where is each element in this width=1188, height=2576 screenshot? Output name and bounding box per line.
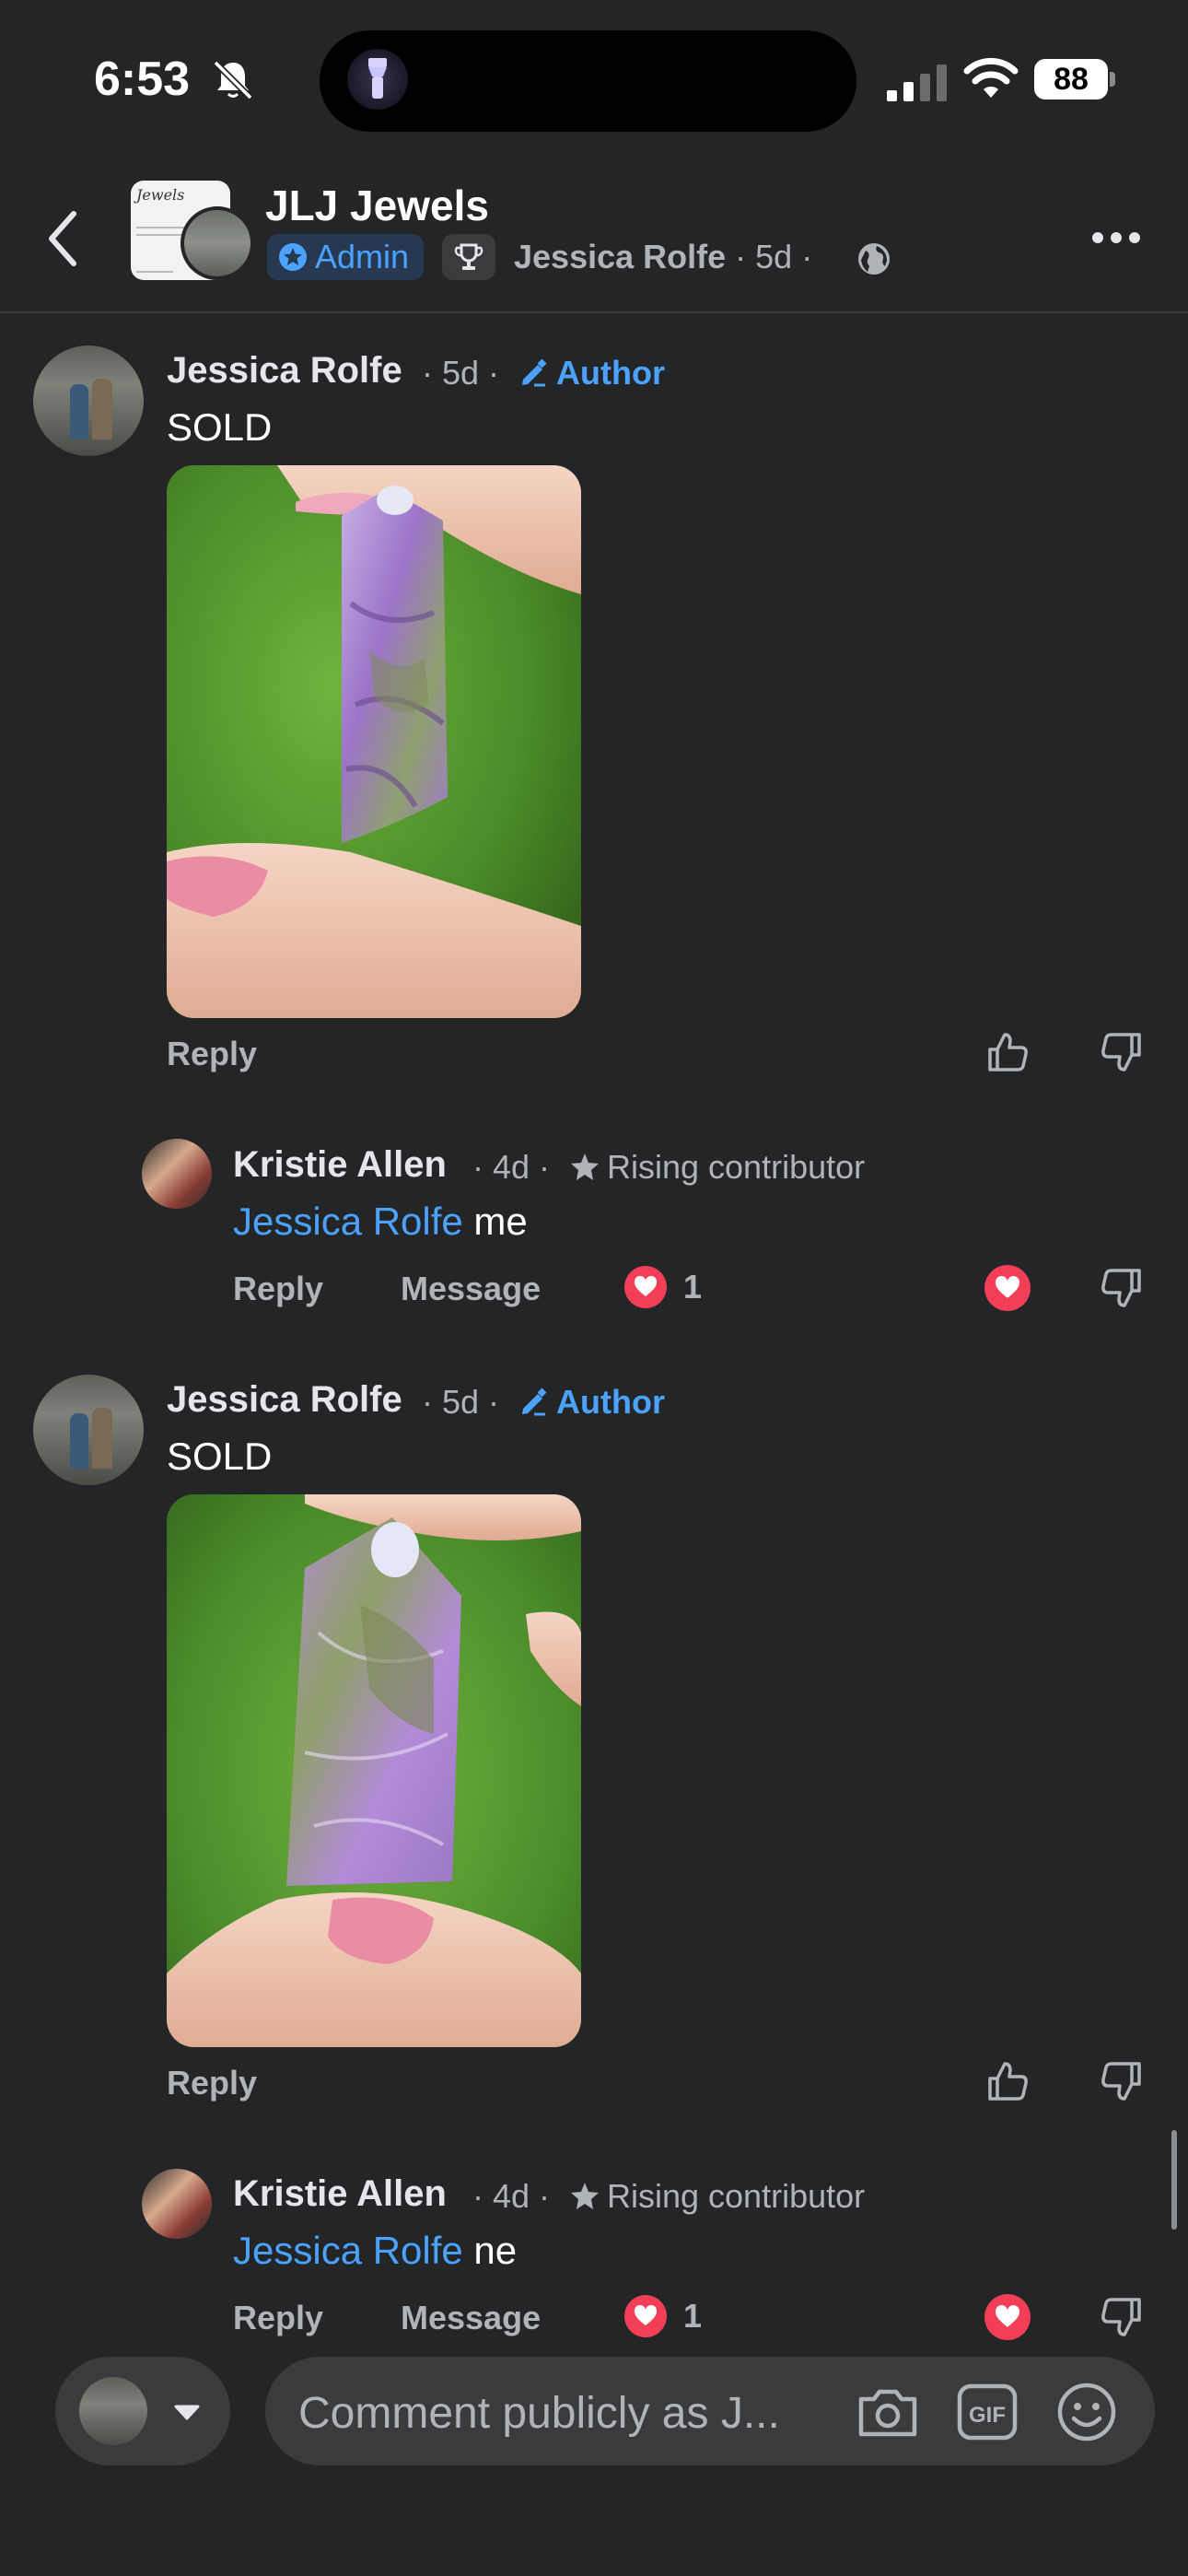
crystal-photo [167,1494,581,2047]
post-header: Jewels JLJ Jewels Admin Jessica Rolfe · … [0,157,1188,313]
group-thumbnail-text: Jewels [136,186,185,204]
heart-react-icon[interactable] [980,1260,1035,1316]
wifi-icon [963,57,1019,98]
comment-meta: · 5d · [422,354,500,392]
avatar[interactable] [142,2169,212,2239]
reply-button[interactable]: Reply [233,1270,323,1308]
author-badge: Author [518,354,665,392]
comment-meta: · 5d · [422,1383,500,1421]
downvote-icon[interactable] [1094,1025,1149,1080]
heart-reaction-icon [624,2295,667,2337]
author-badge-label: Author [556,354,665,392]
avatar[interactable] [33,345,144,456]
emoji-icon[interactable] [1054,2379,1120,2445]
heart-react-icon[interactable] [980,2289,1035,2345]
downvote-icon[interactable] [1094,1260,1149,1316]
poster-avatar[interactable] [181,206,254,280]
trophy-icon [442,234,495,280]
reaction-count: 1 [683,1268,703,1306]
flashlight-icon [347,49,408,110]
bell-muted-icon [213,60,253,100]
caret-down-icon [174,2405,200,2420]
comment-placeholder: Comment publicly as J... [298,2389,780,2438]
downvote-icon[interactable] [1094,2289,1149,2345]
rising-contributor-label: Rising contributor [607,2177,866,2215]
battery-indicator: 88 [1034,59,1117,100]
comment-input[interactable]: Comment publicly as J... GIF [265,2357,1155,2465]
commenter-name[interactable]: Kristie Allen [233,1144,447,1186]
admin-badge: Admin [267,234,425,280]
pencil-icon [522,358,547,387]
scrollbar[interactable] [1171,2130,1177,2230]
post-meta: Jessica Rolfe · 5d · [514,238,813,275]
message-button[interactable]: Message [401,1270,541,1308]
reply-button[interactable]: Reply [233,2299,323,2337]
comment-text: SOLD [167,405,273,449]
comment-text: SOLD [167,1434,273,1478]
gif-icon[interactable]: GIF [954,2379,1020,2445]
camera-icon[interactable] [855,2379,921,2445]
comment-text: Jessica Rolfe me [233,1200,528,1244]
reply-button[interactable]: Reply [167,1035,257,1073]
commenter-name[interactable]: Kristie Allen [233,2173,447,2215]
post-author[interactable]: Jessica Rolfe [514,238,726,275]
group-name[interactable]: JLJ Jewels [265,181,489,230]
dynamic-island [320,30,856,132]
svg-text:GIF: GIF [969,2403,1006,2428]
mention-link[interactable]: Jessica Rolfe [233,2229,463,2272]
author-badge: Author [518,1383,665,1422]
upvote-icon[interactable] [980,2054,1035,2109]
author-badge-label: Author [556,1383,665,1421]
globe-icon [858,243,890,275]
admin-star-icon [279,243,307,271]
crystal-photo [167,465,581,1018]
comment-meta: · 4d · [472,1148,551,1186]
battery-level: 88 [1034,59,1108,100]
back-arrow-icon[interactable] [41,206,87,271]
status-bar: 6:53 88 [0,0,1188,157]
comment-text: Jessica Rolfe ne [233,2229,517,2273]
avatar [79,2377,147,2445]
star-icon [571,2183,599,2209]
rising-contributor-badge: Rising contributor [568,1148,865,1187]
account-switcher[interactable] [55,2357,230,2465]
commenter-name[interactable]: Jessica Rolfe [167,1379,402,1421]
message-button[interactable]: Message [401,2299,541,2337]
comment-photo[interactable] [167,1494,581,2047]
rising-contributor-label: Rising contributor [607,1148,866,1186]
comment-photo[interactable] [167,465,581,1018]
status-time: 6:53 [94,53,191,106]
downvote-icon[interactable] [1094,2054,1149,2109]
comment-meta: · 4d · [472,2177,551,2215]
commenter-name[interactable]: Jessica Rolfe [167,350,402,392]
cellular-signal-icon [887,64,947,101]
upvote-icon[interactable] [980,1025,1035,1080]
reaction-summary[interactable]: 1 [624,1266,702,1308]
admin-badge-label: Admin [315,238,410,275]
heart-reaction-icon [624,1266,667,1308]
reaction-count: 1 [683,2297,703,2335]
more-options-icon[interactable] [1092,232,1140,243]
star-icon [571,1153,599,1180]
reply-button[interactable]: Reply [167,2064,257,2102]
post-age: 5d [755,238,793,275]
reaction-summary[interactable]: 1 [624,2295,702,2337]
comment-body: me [462,1200,528,1243]
rising-contributor-badge: Rising contributor [568,2177,865,2216]
comment-composer: Comment publicly as J... GIF [0,2340,1188,2576]
mention-link[interactable]: Jessica Rolfe [233,1200,463,1243]
pencil-icon [522,1388,547,1416]
avatar[interactable] [33,1375,144,1485]
comment-body: ne [462,2229,518,2272]
avatar[interactable] [142,1139,212,1209]
